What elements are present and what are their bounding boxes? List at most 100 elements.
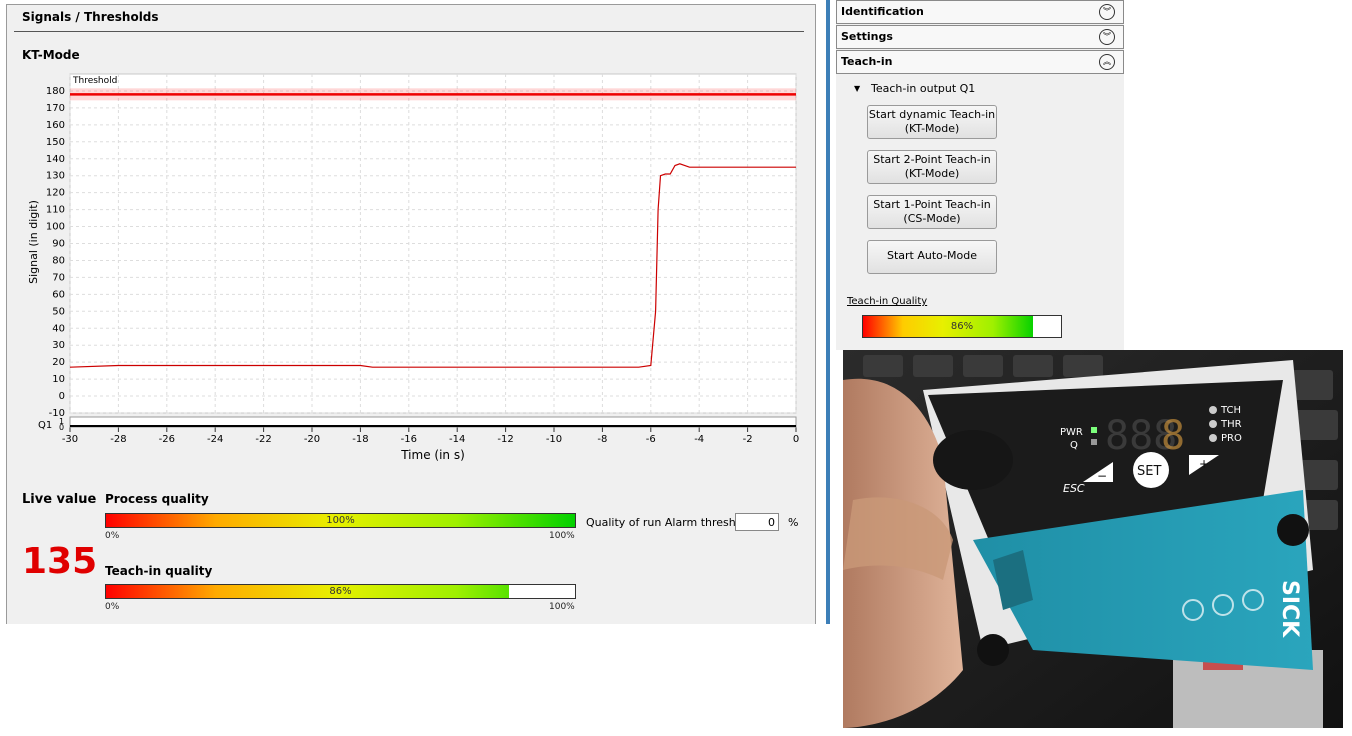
y-tick-label: 30 <box>52 340 65 351</box>
title-divider <box>14 31 804 32</box>
y-ticks: -100102030405060708090100110120130140150… <box>46 86 65 419</box>
teach-quality-label: Teach-in quality <box>105 564 213 578</box>
y-tick-label: 60 <box>52 289 65 300</box>
x-tick-label: -20 <box>304 434 320 445</box>
button-label: Start 1-Point Teach-in <box>873 198 991 211</box>
triangle-down-icon[interactable]: ▼ <box>854 84 860 93</box>
teach-quality-sidebar-bar: 86% <box>862 315 1062 338</box>
start-dynamic-teach-button[interactable]: Start dynamic Teach-in (KT-Mode) <box>867 105 997 139</box>
accordion-teachin-label: Teach-in <box>841 55 893 68</box>
segment-display-lit: 8 <box>1161 413 1185 459</box>
teach-quality-percent: 86% <box>329 586 352 597</box>
button-label: Start dynamic Teach-in <box>868 108 996 121</box>
sick-logo: SICK <box>1277 580 1302 638</box>
live-value-label: Live value <box>22 492 97 507</box>
button-label: Start Auto-Mode <box>886 249 978 262</box>
process-quality-percent: 100% <box>326 515 355 526</box>
x-tick-label: -4 <box>694 434 704 445</box>
x-tick-label: -10 <box>546 434 562 445</box>
x-tick-label: -12 <box>497 434 513 445</box>
start-2point-teach-button[interactable]: Start 2-Point Teach-in (KT-Mode) <box>867 150 997 184</box>
pwr-led-label: PWR <box>1060 427 1083 438</box>
start-auto-mode-button[interactable]: Start Auto-Mode <box>867 240 997 274</box>
accordion-teachin[interactable]: Teach-in ︽ <box>836 50 1124 74</box>
panel-title: Signals / Thresholds <box>22 10 159 24</box>
y-tick-label: 170 <box>46 103 65 114</box>
y-tick-label: 180 <box>46 86 65 97</box>
minus-key-label: − <box>1097 469 1107 483</box>
alarm-threshold-label: Quality of run Alarm threshold <box>586 516 753 529</box>
x-tick-label: -18 <box>352 434 368 445</box>
accordion-settings[interactable]: Settings ︾ <box>836 25 1124 49</box>
q-led <box>1091 439 1097 445</box>
y-tick-label: 20 <box>52 357 65 368</box>
q-led-label: Q <box>1070 440 1078 451</box>
y-tick-label: 10 <box>52 374 65 385</box>
y-tick-label: 100 <box>46 222 65 233</box>
accordion-identification-label: Identification <box>841 5 924 18</box>
x-tick-label: -26 <box>159 434 175 445</box>
y-tick-label: 110 <box>46 205 65 216</box>
panel-splitter[interactable] <box>826 0 830 624</box>
y-axis-label: Signal (in digit) <box>27 200 40 284</box>
signal-chart: -10 0 10 20 30 40 50 60 70 80 90 100 110 120 130 140 150… <box>27 73 799 462</box>
y-tick-label: 140 <box>46 154 65 165</box>
process-quality-max: 100% <box>549 531 575 541</box>
teach-quality-bar: 86% <box>105 584 576 599</box>
pwr-led <box>1091 427 1097 433</box>
x-tick-label: -16 <box>401 434 417 445</box>
y-tick-label: 80 <box>52 255 65 266</box>
esc-key-label: ESC <box>1063 482 1085 495</box>
set-key-label: SET <box>1137 464 1161 479</box>
x-tick-label: -22 <box>255 434 271 445</box>
y-tick-label: 90 <box>52 239 65 250</box>
y-tick-label: 150 <box>46 137 65 148</box>
chevron-down-icon[interactable]: ︾ <box>1099 29 1115 45</box>
x-tick-label: -6 <box>646 434 656 445</box>
q1-label: Q1 <box>38 420 52 431</box>
y-tick-label: 160 <box>46 120 65 131</box>
accordion-identification[interactable]: Identification ︾ <box>836 0 1124 24</box>
accordion-settings-label: Settings <box>841 30 893 43</box>
y-tick-label: 40 <box>52 323 65 334</box>
x-tick-label: -8 <box>597 434 607 445</box>
teach-quality-sidebar-percent: 86% <box>950 321 974 332</box>
teach-output-section-label: Teach-in output Q1 <box>871 82 976 95</box>
x-tick-label: -24 <box>207 434 223 445</box>
x-axis-label: Time (in s) <box>400 448 465 462</box>
x-tick-label: -28 <box>110 434 126 445</box>
x-tick-label: -30 <box>62 434 78 445</box>
thr-led-label: THR <box>1220 419 1242 430</box>
y-tick-label: 70 <box>52 272 65 283</box>
threshold-label: Threshold <box>72 76 117 86</box>
teach-quality-min: 0% <box>105 602 120 612</box>
teach-quality-max: 100% <box>549 602 575 612</box>
button-sublabel: (KT-Mode) <box>904 122 960 135</box>
process-quality-label: Process quality <box>105 492 209 506</box>
alarm-threshold-unit: % <box>788 516 799 529</box>
chart-grid <box>69 73 797 414</box>
button-label: Start 2-Point Teach-in <box>873 153 991 166</box>
live-value: 135 <box>22 541 98 582</box>
y-tick-label: 120 <box>46 188 65 199</box>
device-photo: PWR Q 888 8 TCH THR PRO − SET + ESC SICK <box>843 350 1343 728</box>
process-quality-bar: 100% <box>105 513 576 528</box>
process-quality-min: 0% <box>105 531 120 541</box>
tch-led-label: TCH <box>1220 405 1241 416</box>
start-1point-teach-button[interactable]: Start 1-Point Teach-in (CS-Mode) <box>867 195 997 229</box>
x-tick-label: 0 <box>793 434 799 445</box>
chevron-up-icon[interactable]: ︽ <box>1099 54 1115 70</box>
button-sublabel: (CS-Mode) <box>903 212 961 225</box>
chevron-down-icon[interactable]: ︾ <box>1099 4 1115 20</box>
y-tick-label: 0 <box>59 391 65 402</box>
mode-label: KT-Mode <box>22 48 80 62</box>
y-tick-label: 130 <box>46 171 65 182</box>
button-sublabel: (KT-Mode) <box>904 167 960 180</box>
plus-key-label: + <box>1199 457 1209 471</box>
teach-quality-sidebar-label: Teach-in Quality <box>847 296 928 307</box>
pro-led-label: PRO <box>1221 433 1242 444</box>
q1-tick-0: 0 <box>59 423 64 432</box>
x-tick-label: -14 <box>449 434 465 445</box>
x-ticks: -30 -28 -26 -24 -22 -20 -18 -16 -14 -12 -10 -8 -6 -4-… <box>62 427 799 445</box>
alarm-threshold-input[interactable] <box>735 513 779 531</box>
